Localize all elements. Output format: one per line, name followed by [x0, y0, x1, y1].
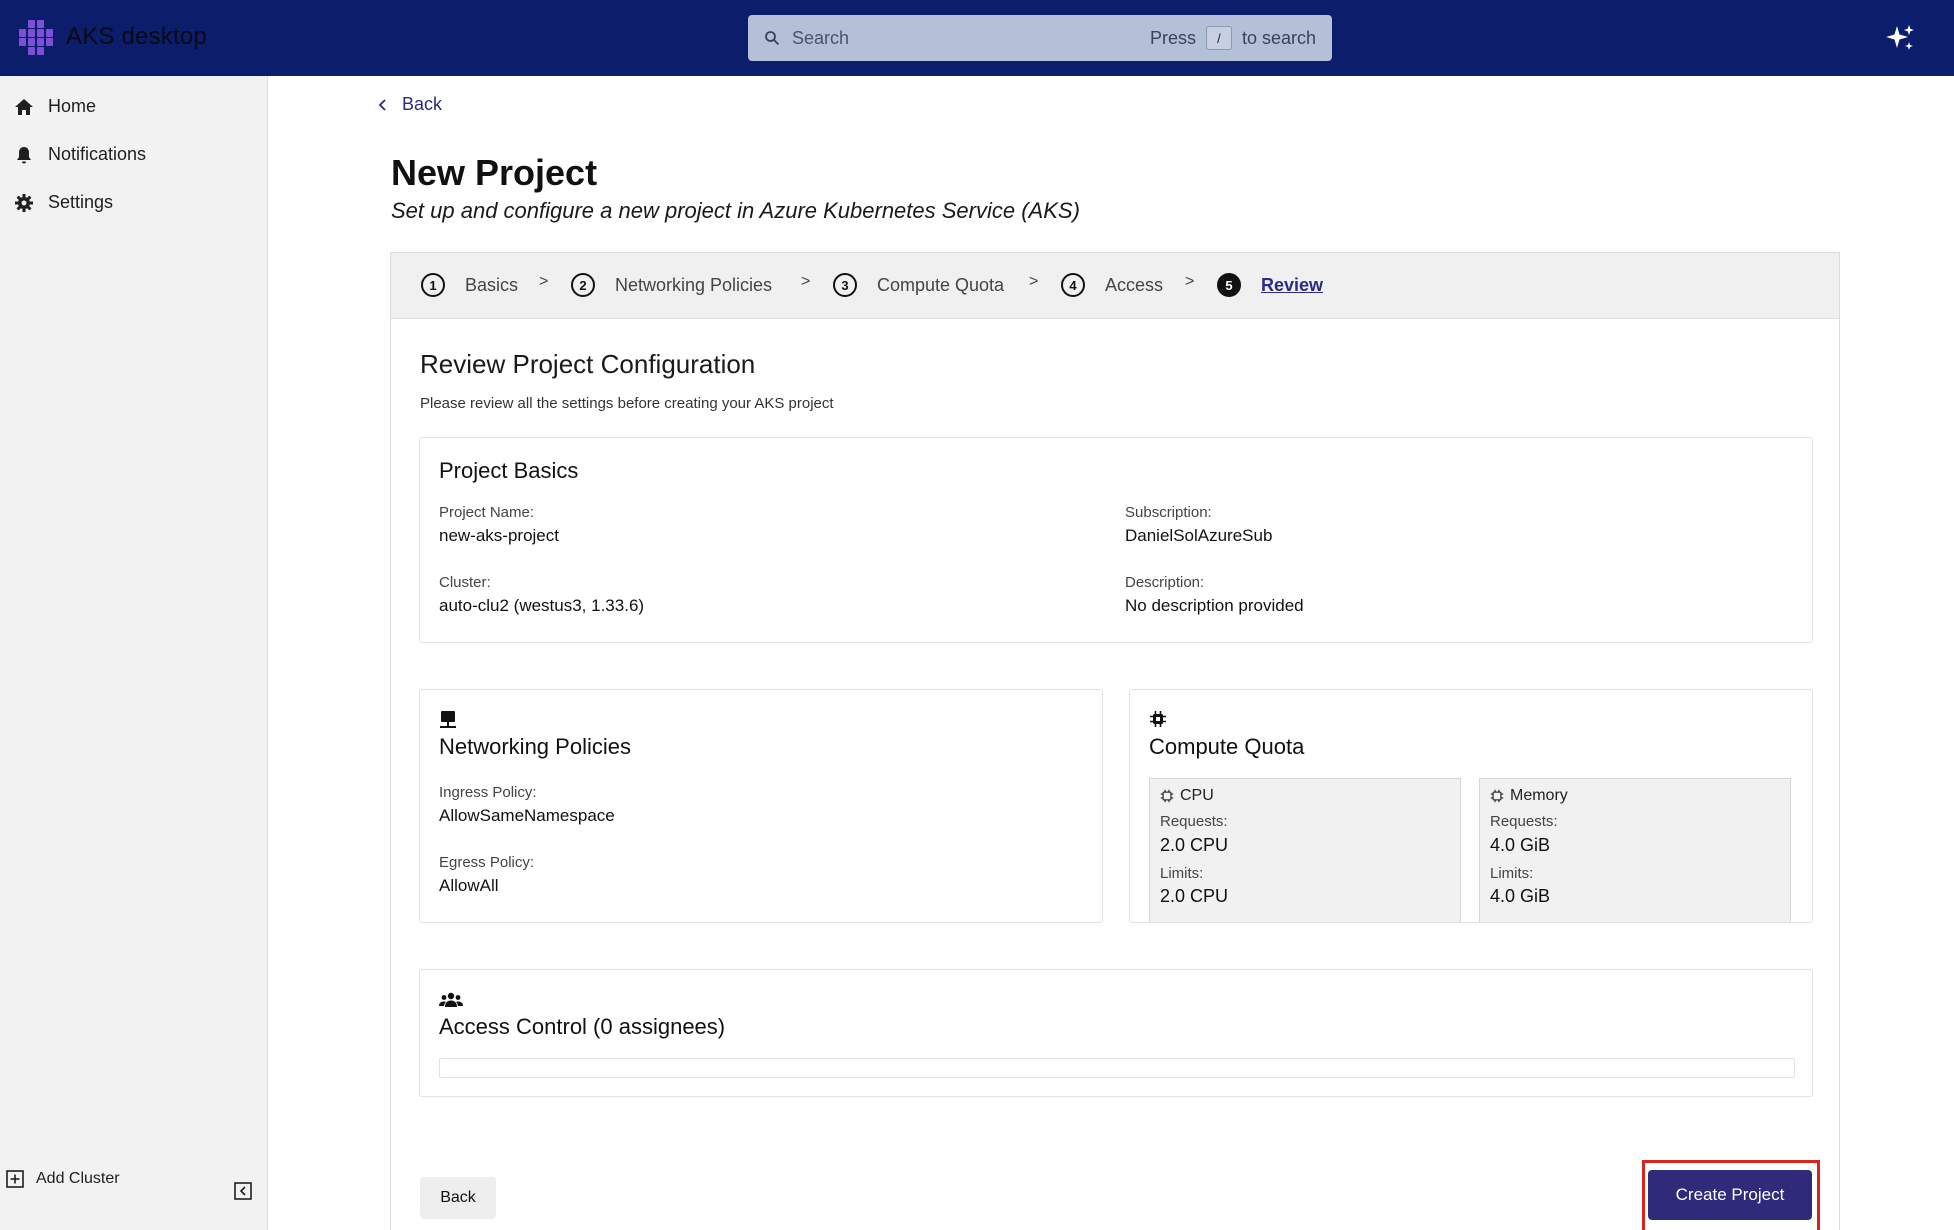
project-name-value: new-aks-project [439, 526, 559, 545]
stepper: 1 Basics > 2 Networking Policies > 3 Com… [391, 253, 1839, 319]
step-review[interactable]: 5 Review [1217, 273, 1323, 297]
card-title: Access Control (0 assignees) [439, 1014, 726, 1039]
sidebar-item-label: Home [48, 96, 97, 116]
top-app-bar: AKS desktop Search Press / to search [0, 0, 1954, 76]
step-label: Access [1105, 274, 1164, 295]
memory-limits-label: Limits: [1490, 865, 1534, 882]
app-title: AKS desktop [66, 23, 207, 50]
page-title: New Project [391, 152, 598, 193]
access-control-card: Access Control (0 assignees) [419, 969, 1813, 1097]
step-label: Review [1261, 274, 1324, 295]
add-cluster-label: Add Cluster [36, 1170, 120, 1187]
egress-policy-label: Egress Policy: [439, 854, 535, 871]
search-shortcut-key: / [1205, 26, 1232, 50]
step-number: 3 [833, 273, 857, 297]
collapse-sidebar-icon[interactable] [234, 1182, 252, 1200]
project-basics-card: Project Basics Project Name: new-aks-pro… [419, 437, 1813, 643]
cluster-value: auto-clu2 (westus3, 1.33.6) [439, 596, 645, 615]
create-project-button[interactable]: Create Project [1648, 1170, 1812, 1220]
cpu-limits-value: 2.0 CPU [1160, 886, 1229, 906]
memory-requests-label: Requests: [1490, 813, 1558, 830]
step-number: 4 [1061, 273, 1085, 297]
egress-policy-value: AllowAll [439, 876, 499, 895]
cluster-label: Cluster: [439, 574, 491, 591]
home-icon [15, 98, 33, 115]
step-label: Networking Policies [615, 274, 773, 295]
review-title: Review Project Configuration [420, 349, 756, 379]
search-bar[interactable]: Search Press / to search [748, 15, 1332, 61]
description-label: Description: [1125, 574, 1205, 591]
back-link[interactable]: Back [378, 94, 442, 115]
subscription-value: DanielSolAzureSub [1125, 526, 1273, 545]
sidebar: Home Notifications Settings Add Cluster [0, 76, 268, 1230]
card-title: Networking Policies [439, 734, 631, 759]
ai-assistant-sparkle-icon[interactable] [1884, 22, 1916, 54]
search-icon [765, 31, 780, 46]
step-separator: > [539, 273, 549, 290]
step-separator: > [801, 273, 811, 290]
add-cluster-button[interactable]: Add Cluster [6, 1170, 120, 1188]
memory-quota-title: Memory [1510, 787, 1568, 804]
cpu-quota-title: CPU [1180, 787, 1214, 804]
back-button[interactable]: Back [420, 1177, 496, 1219]
card-title: Compute Quota [1149, 734, 1305, 759]
cpu-quota-header: CPU [1160, 787, 1214, 805]
cpu-requests-label: Requests: [1160, 813, 1228, 830]
add-box-icon [6, 1170, 24, 1188]
cpu-quota-box: CPU Requests: 2.0 CPU Limits: 2.0 CPU [1149, 778, 1461, 922]
cpu-limits-label: Limits: [1160, 865, 1204, 882]
assignees-list [439, 1058, 1795, 1078]
step-access[interactable]: 4 Access [1061, 273, 1163, 297]
step-separator: > [1185, 273, 1195, 290]
cpu-requests-value: 2.0 CPU [1160, 835, 1229, 855]
chip-icon [1160, 789, 1174, 803]
sidebar-item-label: Settings [48, 192, 114, 212]
card-title: Project Basics [439, 458, 579, 483]
step-number: 5 [1217, 273, 1241, 297]
memory-chip-icon [1490, 789, 1504, 803]
memory-requests-value: 4.0 GiB [1490, 835, 1551, 855]
sidebar-item-home[interactable]: Home [14, 96, 96, 117]
description-value: No description provided [1125, 596, 1304, 615]
page-subtitle: Set up and configure a new project in Az… [391, 198, 1080, 223]
aks-logo-icon [19, 20, 53, 55]
ingress-policy-label: Ingress Policy: [439, 784, 537, 801]
chip-icon [1150, 711, 1166, 727]
search-hint-prefix: Press [1149, 27, 1196, 48]
network-icon [440, 711, 456, 728]
memory-quota-box: Memory Requests: 4.0 GiB Limits: 4.0 GiB [1479, 778, 1791, 922]
step-compute-quota[interactable]: 3 Compute Quota [833, 273, 1004, 297]
networking-policies-card: Networking Policies Ingress Policy: Allo… [419, 689, 1103, 923]
project-name-label: Project Name: [439, 504, 535, 521]
sidebar-item-notifications[interactable]: Notifications [14, 144, 146, 165]
memory-quota-header: Memory [1490, 787, 1568, 805]
group-icon [439, 992, 463, 1007]
back-link-label: Back [402, 94, 443, 114]
memory-limits-value: 4.0 GiB [1490, 886, 1551, 906]
step-label: Compute Quota [877, 274, 1005, 295]
app-logo[interactable]: AKS desktop [16, 18, 207, 56]
search-hint-suffix: to search [1241, 27, 1316, 48]
chevron-left-icon [378, 98, 386, 111]
step-basics[interactable]: 1 Basics [421, 273, 518, 297]
step-number: 2 [571, 273, 595, 297]
review-subtitle: Please review all the settings before cr… [420, 395, 834, 412]
search-placeholder: Search [792, 27, 850, 48]
step-number: 1 [421, 273, 445, 297]
sidebar-item-settings[interactable]: Settings [14, 192, 113, 213]
step-label: Basics [465, 274, 519, 295]
ingress-policy-value: AllowSameNamespace [439, 806, 615, 825]
subscription-label: Subscription: [1125, 504, 1212, 521]
step-separator: > [1029, 273, 1039, 290]
bell-icon [17, 146, 31, 163]
project-wizard: 1 Basics > 2 Networking Policies > 3 Com… [390, 252, 1840, 1230]
step-networking-policies[interactable]: 2 Networking Policies [571, 273, 772, 297]
sidebar-item-label: Notifications [48, 144, 147, 164]
compute-quota-card: Compute Quota CPU Requests: 2.0 CPU Limi… [1129, 689, 1813, 923]
gear-icon [15, 193, 33, 212]
